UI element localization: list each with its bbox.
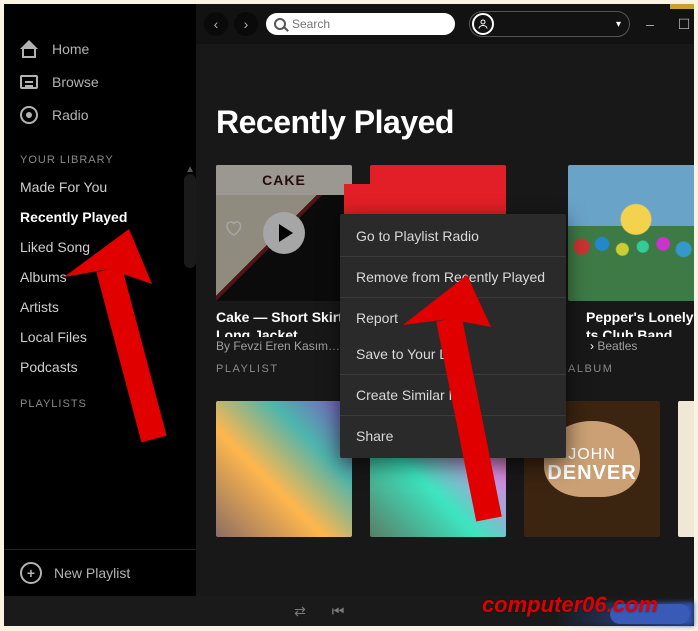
nav-radio[interactable]: Radio (4, 98, 196, 132)
window-maximize-button[interactable]: ☐ (672, 14, 696, 34)
nav-browse[interactable]: Browse (4, 66, 196, 98)
annotation-arrow-right (379, 269, 529, 529)
media-card-cake[interactable]: CAKE Cake — Short Skirt / Long Jacket By… (216, 165, 352, 375)
search-box[interactable] (266, 13, 455, 35)
search-input[interactable] (292, 17, 447, 31)
search-icon (274, 18, 286, 30)
divider (340, 256, 566, 257)
window-minimize-button[interactable]: – (638, 14, 662, 34)
sidebar-scrollbar[interactable] (184, 174, 196, 268)
media-card[interactable] (216, 401, 352, 537)
shuffle-icon[interactable]: ⇄ (290, 601, 310, 621)
ctx-go-to-playlist-radio[interactable]: Go to Playlist Radio (340, 218, 566, 254)
sidebar-item-made-for-you[interactable]: Made For You (4, 172, 196, 202)
card-title: Cake — Short Skirt / Long Jacket (216, 301, 352, 337)
cover-text: CAKE (216, 165, 352, 195)
sidebar-item-recently-played[interactable]: Recently Played (4, 202, 196, 232)
plus-icon: + (20, 562, 42, 584)
media-card-sgt-pepper[interactable]: Pepper's Lonely ts Club Band (astered) ›… (568, 165, 694, 375)
browse-icon (20, 75, 38, 89)
spotify-desktop-window: Home Browse Radio YOUR LIBRARY Made For … (4, 4, 694, 626)
nav-forward-button[interactable]: › (234, 12, 258, 36)
album-cover[interactable]: JOHNNY CASH (678, 401, 694, 537)
chevron-right-icon: › (586, 339, 594, 353)
user-menu[interactable]: ▾ (469, 11, 630, 37)
library-header: YOUR LIBRARY (4, 138, 196, 172)
play-icon[interactable] (263, 212, 305, 254)
media-card-johnny-cash[interactable]: JOHNNY CASH (678, 401, 694, 537)
nav-radio-label: Radio (52, 107, 89, 123)
page-title: Recently Played (196, 44, 694, 159)
watermark-text: computer06.com (482, 592, 658, 618)
card-byline: By Fevzi Eren Kasım… (216, 337, 352, 353)
annotation-arrow-left (44, 229, 184, 449)
card-type: PLAYLIST (216, 353, 352, 375)
card-byline: › Beatles (568, 337, 694, 353)
user-name (500, 19, 610, 29)
album-cover[interactable]: CAKE (216, 165, 352, 301)
heart-icon[interactable] (224, 219, 242, 237)
card-type: ALBUM (568, 353, 694, 375)
nav-back-button[interactable]: ‹ (204, 12, 228, 36)
album-cover[interactable] (216, 401, 352, 537)
chevron-down-icon: ▾ (616, 19, 621, 30)
nav-browse-label: Browse (52, 74, 99, 90)
new-playlist-button[interactable]: + New Playlist (4, 549, 196, 596)
card-title: Pepper's Lonely ts Club Band (astered) (568, 301, 694, 337)
radio-icon (20, 106, 38, 124)
album-cover[interactable] (568, 165, 694, 301)
user-avatar-icon (472, 13, 494, 35)
topbar: ‹ › ▾ – ☐ ✕ (4, 4, 694, 44)
new-playlist-label: New Playlist (54, 565, 130, 581)
previous-track-icon[interactable]: ⏮ (328, 601, 348, 621)
